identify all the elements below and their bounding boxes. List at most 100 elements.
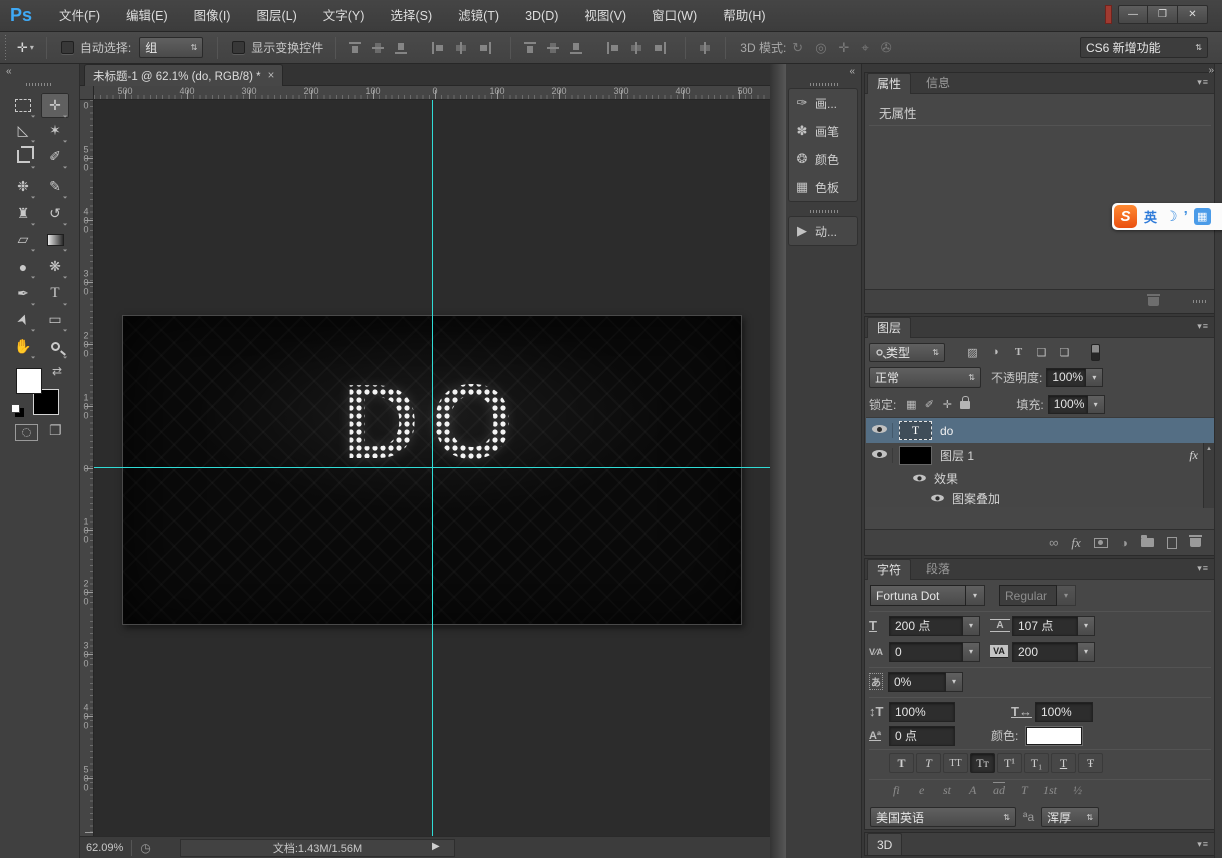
lasso-tool[interactable]: ◺ <box>9 118 37 143</box>
clone-stamp-tool[interactable]: ♜ <box>9 201 37 226</box>
dock-edge-strip[interactable] <box>1214 64 1222 858</box>
sponge-tool[interactable]: ❋ <box>41 254 69 279</box>
magic-wand-tool[interactable]: ✶ <box>41 118 69 143</box>
layer-row-do[interactable]: T do <box>866 418 1214 443</box>
opacity-dropdown-arrow[interactable]: ▾ <box>1086 368 1103 387</box>
distribute-left-edges-icon[interactable] <box>606 41 621 55</box>
filter-adjustment-layers-icon[interactable]: ◑ <box>984 346 1007 358</box>
3d-zoom-icon[interactable]: ✇ <box>881 40 892 56</box>
ime-mode-indicator[interactable]: 英 <box>1144 207 1157 226</box>
tsume-dropdown-arrow[interactable]: ▾ <box>946 672 963 692</box>
panel-menu-icon[interactable]: ▾≡ <box>1197 563 1209 574</box>
add-layer-mask-icon[interactable] <box>1094 538 1108 548</box>
tab-info[interactable]: 信息 <box>917 73 959 94</box>
dock-item-color[interactable]: ❂ 颜色 <box>789 145 857 173</box>
align-bottom-edges-icon[interactable] <box>394 41 409 55</box>
quick-mask-icon[interactable] <box>15 424 38 441</box>
faux-bold-button[interactable]: T <box>889 753 914 773</box>
menu-window[interactable]: 窗口(W) <box>639 0 710 32</box>
menu-help[interactable]: 帮助(H) <box>710 0 778 32</box>
baseline-shift-field[interactable]: 0 点 <box>889 726 955 746</box>
auto-align-layers-icon[interactable] <box>698 41 713 55</box>
trash-icon[interactable] <box>1148 297 1159 306</box>
layer-row-1[interactable]: 图层 1 fx <box>866 443 1204 468</box>
blur-tool[interactable]: ● <box>9 254 37 279</box>
distribute-horizontal-centers-icon[interactable] <box>629 41 644 55</box>
auto-select-checkbox[interactable] <box>61 41 74 54</box>
crop-tool[interactable] <box>9 144 37 169</box>
panel-collapse-icon[interactable]: » <box>1208 65 1214 76</box>
swash-button[interactable]: A <box>969 783 976 798</box>
ordinals-button[interactable]: 1st <box>1043 783 1057 798</box>
font-style-dropdown-arrow[interactable]: ▾ <box>1057 585 1076 606</box>
path-selection-tool[interactable]: ➤ <box>9 307 37 332</box>
leading-dropdown-arrow[interactable]: ▾ <box>1078 616 1095 636</box>
history-brush-tool[interactable]: ↺ <box>41 201 69 226</box>
filter-type-layers-icon[interactable]: T <box>1007 346 1030 358</box>
discretionary-ligatures-button[interactable]: st <box>943 783 951 798</box>
tool-preset-arrow-icon[interactable]: ▾ <box>30 43 34 52</box>
anti-alias-dropdown[interactable]: 浑厚⇅ <box>1041 807 1099 827</box>
align-left-edges-icon[interactable] <box>431 41 446 55</box>
resize-grip[interactable] <box>1193 300 1207 303</box>
status-options-arrow-icon[interactable]: ▶ <box>432 841 440 852</box>
lock-all-icon[interactable] <box>960 401 970 409</box>
eyedropper-tool[interactable]: ✐ <box>41 144 69 169</box>
ligatures-button[interactable]: fi <box>893 783 900 798</box>
tab-3d[interactable]: 3D <box>867 833 902 855</box>
new-layer-icon[interactable] <box>1167 537 1177 549</box>
brush-tool[interactable]: ✎ <box>41 174 69 199</box>
distribute-vertical-centers-icon[interactable] <box>546 41 561 55</box>
new-group-icon[interactable] <box>1141 538 1154 547</box>
horizontal-ruler[interactable]: 500 400 300 200 100 0 100 200 300 400 50… <box>94 86 770 100</box>
zoom-tool[interactable] <box>41 334 69 359</box>
dock-item-brushes[interactable]: ✽ 画笔 <box>789 117 857 145</box>
font-family-field[interactable]: Fortuna Dot <box>870 585 966 606</box>
titling-alternates-button[interactable]: T <box>1021 783 1028 798</box>
align-horizontal-centers-icon[interactable] <box>454 41 469 55</box>
faux-italic-button[interactable]: T <box>916 753 941 773</box>
align-top-edges-icon[interactable] <box>348 41 363 55</box>
menu-select[interactable]: 选择(S) <box>377 0 445 32</box>
dock-item-actions[interactable]: ▶ 动... <box>789 217 857 245</box>
ime-punctuation-icon[interactable]: ’ <box>1184 208 1188 225</box>
workspace-dropdown[interactable]: CS6 新增功能⇅ <box>1080 37 1208 58</box>
menu-filter[interactable]: 滤镜(T) <box>445 0 512 32</box>
lock-image-icon[interactable]: ✐ <box>920 398 938 411</box>
move-tool[interactable]: ✛ <box>41 93 69 118</box>
visibility-eye-icon[interactable] <box>913 473 926 483</box>
visibility-eye-icon[interactable] <box>872 423 887 435</box>
tracking-dropdown-arrow[interactable]: ▾ <box>1078 642 1095 662</box>
align-right-edges-icon[interactable] <box>477 41 492 55</box>
dock-item-brush-presets[interactable]: ✑ 画... <box>789 89 857 117</box>
3d-rotate-icon[interactable]: ↻ <box>792 40 803 56</box>
layer-name[interactable]: 图层 1 <box>940 447 974 464</box>
3d-slide-icon[interactable]: ⌖ <box>861 40 868 56</box>
tsume-field[interactable]: 0% <box>888 672 946 692</box>
visibility-eye-icon[interactable] <box>872 448 887 460</box>
eraser-tool[interactable]: ▱ <box>9 227 37 252</box>
pen-tool[interactable]: ✒ <box>9 281 37 306</box>
dock-divider[interactable] <box>770 64 786 858</box>
ime-logo[interactable]: S <box>1114 205 1137 228</box>
contextual-alternates-button[interactable]: e <box>919 783 924 798</box>
layer-name[interactable]: do <box>940 424 953 438</box>
scroll-up-icon[interactable]: ▲ <box>1204 443 1214 455</box>
align-vertical-centers-icon[interactable] <box>371 41 386 55</box>
panel-menu-icon[interactable]: ▾≡ <box>1197 321 1209 332</box>
font-size-dropdown-arrow[interactable]: ▾ <box>963 616 980 636</box>
dock-grip[interactable] <box>810 210 838 213</box>
minimize-button[interactable]: — <box>1118 5 1148 24</box>
tab-properties[interactable]: 属性 <box>867 73 911 94</box>
document-tab[interactable]: 未标题-1 @ 62.1% (do, RGB/8) * × <box>84 64 283 86</box>
gradient-tool[interactable] <box>41 227 69 252</box>
dock-grip[interactable] <box>810 83 838 86</box>
show-transform-checkbox[interactable] <box>232 41 245 54</box>
layers-scrollbar[interactable]: ▲ <box>1203 443 1214 508</box>
vertical-ruler[interactable]: 600 500 400 300 200 100 0 100 200 300 40… <box>80 100 94 836</box>
delete-layer-icon[interactable] <box>1190 538 1201 547</box>
subscript-button[interactable]: T₁ <box>1024 753 1049 773</box>
distribute-bottom-edges-icon[interactable] <box>569 41 584 55</box>
dock-collapse-icon[interactable]: « <box>849 66 855 77</box>
effects-row[interactable]: 效果 <box>866 468 1204 488</box>
